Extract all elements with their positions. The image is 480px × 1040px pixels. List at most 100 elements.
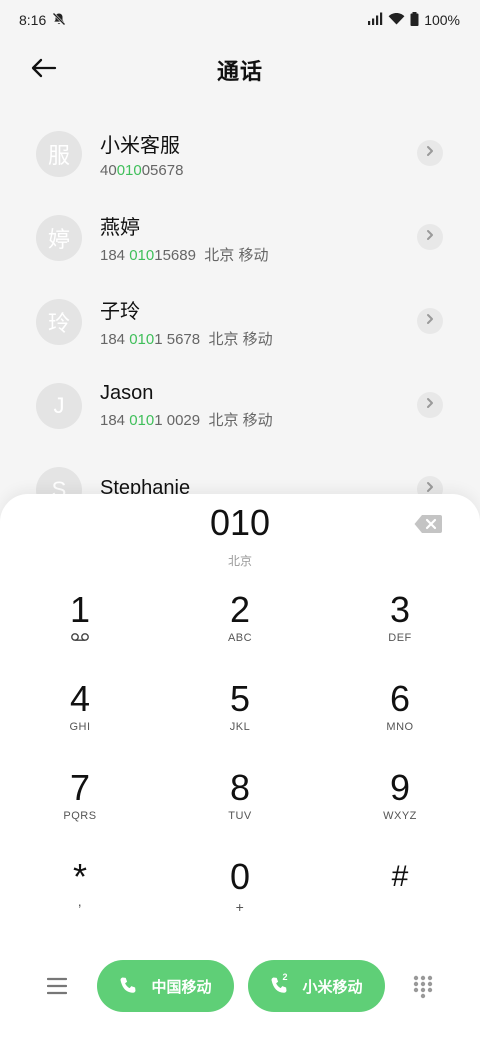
key-4[interactable]: 4 GHI [20,679,140,759]
number-prefix: 40 [100,162,117,179]
contact-name: Jason [100,382,154,404]
contact-row[interactable]: 服 小米客服 4001005678 [0,112,480,196]
contact-text: 小米客服 4001005678 [100,129,183,179]
contact-number: 184 0101 5678 北京 移动 [100,328,273,349]
key-digit: 2 [229,589,251,630]
contact-name: 小米客服 [100,135,180,157]
contact-name: 子玲 [100,301,140,323]
number-suffix: 1 5678 [154,331,201,348]
status-right: 100% [367,11,460,29]
contact-detail-button[interactable] [417,392,443,418]
number-match: 010 [129,247,155,264]
phone-icon: 2 [270,972,290,996]
dialpad-toggle-button[interactable] [406,972,440,1006]
key-3[interactable]: 3 DEF [340,590,460,670]
status-bar: 8:16 100% [0,0,480,40]
key-9[interactable]: 9 WXYZ [340,768,460,848]
bell-off-icon [52,12,66,29]
key-hash[interactable]: # [340,857,460,937]
menu-button[interactable] [40,972,74,1004]
key-letters: ABC [227,632,253,644]
contact-detail-button[interactable] [417,140,443,166]
contact-text: Jason 184 0101 0029 北京 移动 [100,382,273,430]
avatar: 婷 [36,215,82,261]
contact-number: 4001005678 [100,162,183,179]
key-letters: GHI [69,721,91,733]
back-arrow-icon [31,58,57,83]
key-letters: WXYZ [383,810,417,822]
number-location: 北京 移动 [208,412,273,429]
dialed-location: 北京 [227,554,252,568]
key-digit: 4 [69,678,91,719]
menu-icon [46,977,68,1000]
key-star[interactable]: * , [20,857,140,937]
status-time: 8:16 [19,12,47,28]
backspace-icon [414,514,442,539]
voicemail-icon [70,632,90,645]
chevron-right-icon [425,312,435,330]
battery-icon [410,11,419,29]
key-letters: JKL [229,721,251,733]
number-location: 北京 移动 [208,331,273,348]
key-letters: MNO [386,721,414,733]
phone-icon [119,976,139,996]
chevron-right-icon [425,228,435,246]
contact-list: 服 小米客服 4001005678 婷 燕婷 184 01015689 北京 移… [0,112,480,532]
key-7[interactable]: 7 PQRS [20,768,140,848]
backspace-button[interactable] [412,514,444,538]
chevron-right-icon [425,144,435,162]
sim-badge: 2 [282,972,288,982]
dialpad-grid-icon [413,975,433,1004]
number-location: 北京 移动 [204,247,269,264]
avatar: J [36,383,82,429]
key-letters: DEF [388,632,412,644]
dial-sheet: 010 北京 1 2 ABC 3 DEF 4 GHI 5 JKL 6 MNO 7… [0,494,480,1040]
number-suffix: 05678 [141,162,184,179]
sim2-label: 小米移动 [302,978,363,996]
call-sim2-button[interactable]: 2 小米移动 [248,960,385,1012]
chevron-right-icon [425,396,435,414]
header: 通话 [0,44,480,96]
contact-detail-button[interactable] [417,308,443,334]
key-letters: PQRS [63,810,97,822]
key-5[interactable]: 5 JKL [180,679,300,759]
number-match: 010 [129,412,155,429]
contact-number: 184 0101 0029 北京 移动 [100,409,273,430]
key-digit: 1 [69,589,91,630]
key-letters: , [77,893,83,909]
number-match: 010 [116,162,142,179]
call-sim1-button[interactable]: 中国移动 [97,960,234,1012]
sim1-label: 中国移动 [151,978,212,996]
status-left: 8:16 [19,12,66,29]
back-button[interactable] [24,52,64,88]
key-2[interactable]: 2 ABC [180,590,300,670]
key-0[interactable]: 0 + [180,857,300,937]
number-match: 010 [129,331,155,348]
key-digit: 3 [389,589,411,630]
key-digit: # [391,860,409,893]
contact-number: 184 01015689 北京 移动 [100,244,268,265]
contact-name: 燕婷 [100,217,140,239]
key-digit: * [72,856,87,897]
contact-detail-button[interactable] [417,224,443,250]
contact-text: 燕婷 184 01015689 北京 移动 [100,211,268,265]
number-prefix: 184 [100,331,130,348]
number-suffix: 1 0029 [154,412,201,429]
contact-row[interactable]: 玲 子玲 184 0101 5678 北京 移动 [0,280,480,364]
avatar: 服 [36,131,82,177]
key-letters: TUV [228,810,252,822]
battery-percent: 100% [424,12,460,28]
key-6[interactable]: 6 MNO [340,679,460,759]
key-digit: 8 [229,767,251,808]
wifi-icon [388,12,405,28]
contact-row[interactable]: J Jason 184 0101 0029 北京 移动 [0,364,480,448]
number-prefix: 184 [100,412,130,429]
key-digit: 9 [389,767,411,808]
bottom-bar: 中国移动 2 小米移动 [0,960,480,1016]
key-1[interactable]: 1 [20,590,140,670]
key-digit: 5 [229,678,251,719]
dialed-number[interactable]: 010 [0,502,480,544]
key-8[interactable]: 8 TUV [180,768,300,848]
contact-row[interactable]: 婷 燕婷 184 01015689 北京 移动 [0,196,480,280]
number-suffix: 15689 [154,247,196,264]
